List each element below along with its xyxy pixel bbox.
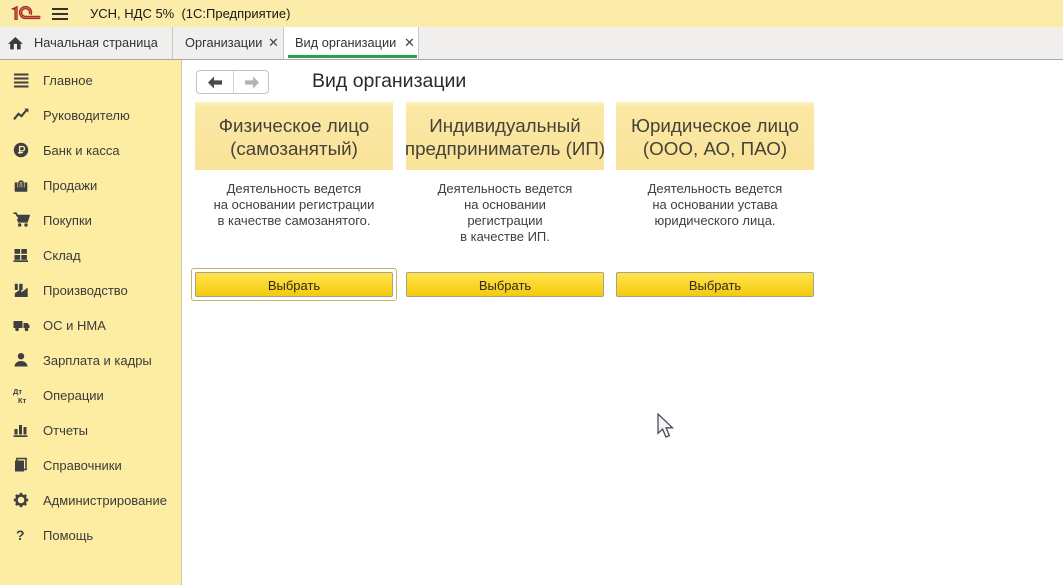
svg-text:Дт: Дт	[13, 387, 22, 396]
svg-text:Кт: Кт	[18, 396, 27, 404]
